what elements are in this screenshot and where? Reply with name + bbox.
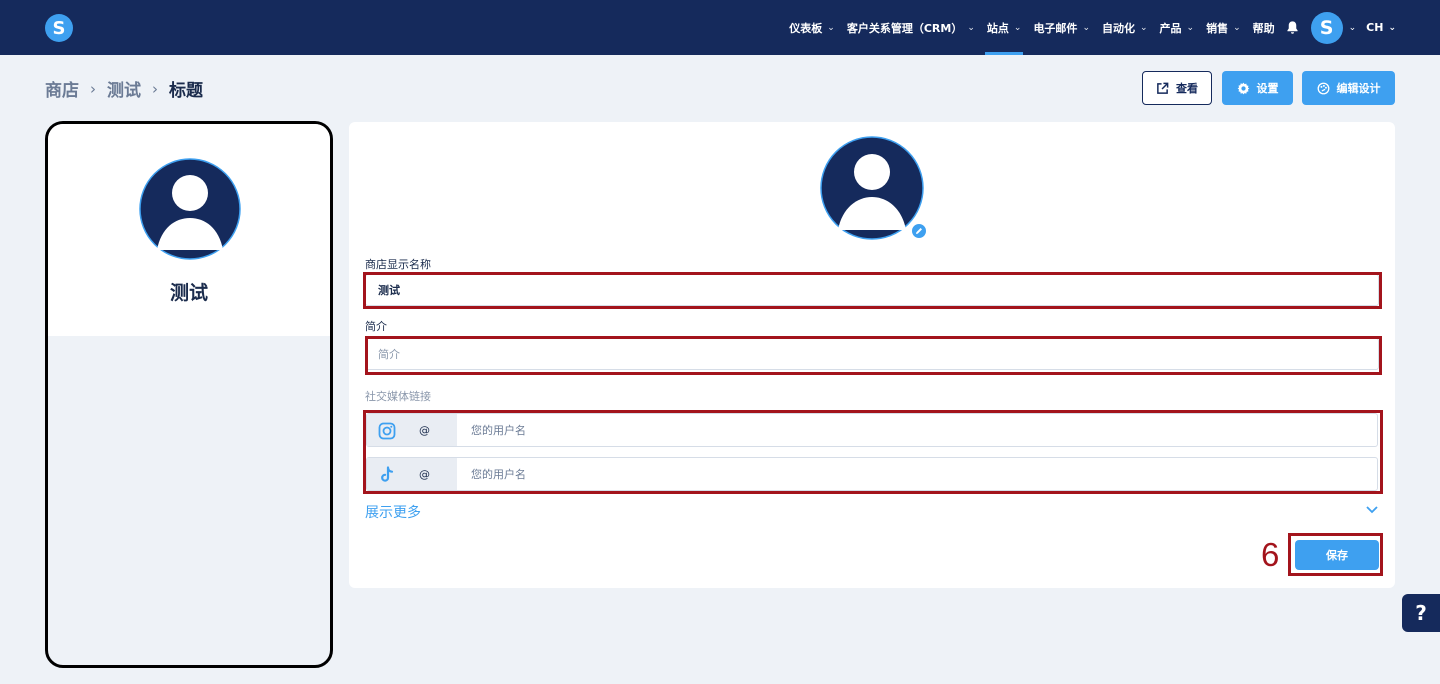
nav-item-dashboard[interactable]: 仪表板 ⌄ bbox=[783, 0, 841, 55]
breadcrumb-store[interactable]: 商店 bbox=[45, 76, 79, 101]
chevron-down-icon: ⌄ bbox=[967, 22, 975, 33]
show-more-link[interactable]: 展示更多 bbox=[365, 502, 421, 522]
nav-item-label: 产品 bbox=[1159, 21, 1182, 35]
display-name-input[interactable] bbox=[365, 274, 1379, 306]
avatar-icon[interactable] bbox=[820, 136, 924, 240]
external-link-icon bbox=[1157, 82, 1169, 94]
brand-logo[interactable]: S bbox=[45, 14, 73, 42]
nav-item-label: 站点 bbox=[986, 21, 1009, 35]
nav-item-label: 自动化 bbox=[1101, 21, 1135, 35]
nav-item-sales[interactable]: 销售 ⌄ bbox=[1200, 0, 1247, 55]
instagram-link-row: @ bbox=[366, 413, 1378, 447]
nav-item-label: 仪表板 bbox=[789, 21, 823, 35]
nav-item-sites[interactable]: 站点 ⌄ bbox=[981, 0, 1028, 55]
edit-design-button-label: 编辑设计 bbox=[1336, 82, 1381, 95]
preview-store-name: 测试 bbox=[169, 282, 208, 304]
language-label: CH bbox=[1366, 21, 1384, 34]
language-selector[interactable]: CH ⌄ bbox=[1366, 21, 1396, 34]
tiktok-username-input[interactable] bbox=[457, 458, 1377, 490]
nav-menu: 仪表板 ⌄ 客户关系管理（CRM） ⌄ 站点 ⌄ 电子邮件 ⌄ 自动化 ⌄ 产品… bbox=[783, 0, 1440, 55]
display-name-label: 商店显示名称 bbox=[365, 258, 431, 271]
store-preview: 测试 bbox=[45, 121, 333, 668]
settings-button[interactable]: 设置 bbox=[1222, 71, 1293, 105]
nav-item-products[interactable]: 产品 ⌄ bbox=[1154, 0, 1201, 55]
chevron-down-icon: ⌄ bbox=[1013, 22, 1022, 33]
nav-item-automation[interactable]: 自动化 ⌄ bbox=[1096, 0, 1154, 55]
help-button[interactable]: ? bbox=[1402, 594, 1440, 632]
nav-item-label: 销售 bbox=[1206, 21, 1229, 35]
nav-item-help[interactable]: 帮助 bbox=[1247, 0, 1281, 55]
chevron-right-icon: › bbox=[90, 79, 96, 98]
social-prefix: @ bbox=[367, 458, 457, 490]
store-profile-form: 商店显示名称 简介 社交媒体链接 @ @ 展示更多 6 保存 bbox=[349, 122, 1395, 588]
top-navbar: S 仪表板 ⌄ 客户关系管理（CRM） ⌄ 站点 ⌄ 电子邮件 ⌄ 自动化 ⌄ … bbox=[0, 0, 1440, 55]
breadcrumb-test[interactable]: 测试 bbox=[107, 76, 141, 101]
breadcrumb-current: 标题 bbox=[169, 81, 203, 101]
settings-button-label: 设置 bbox=[1256, 82, 1279, 95]
view-button[interactable]: 查看 bbox=[1142, 71, 1212, 105]
nav-item-crm[interactable]: 客户关系管理（CRM） ⌄ bbox=[841, 0, 981, 55]
chevron-right-icon: › bbox=[152, 79, 158, 98]
chevron-down-icon: ⌄ bbox=[1139, 22, 1148, 33]
social-links-label: 社交媒体链接 bbox=[365, 390, 431, 403]
bell-icon[interactable] bbox=[1281, 0, 1305, 55]
instagram-icon bbox=[378, 422, 396, 440]
nav-item-label: 客户关系管理（CRM） bbox=[846, 21, 963, 35]
chevron-down-icon: ⌄ bbox=[1186, 22, 1195, 33]
chevron-down-icon: ⌄ bbox=[827, 22, 835, 33]
chevron-down-icon[interactable] bbox=[1365, 502, 1379, 516]
preview-profile-card: 测试 bbox=[48, 124, 330, 336]
design-icon bbox=[1317, 82, 1329, 94]
pencil-icon bbox=[916, 228, 922, 234]
save-button[interactable]: 保存 bbox=[1295, 540, 1379, 570]
chevron-down-icon[interactable]: ⌄ bbox=[1349, 23, 1357, 33]
user-avatar[interactable]: S bbox=[1310, 11, 1343, 44]
edit-design-button[interactable]: 编辑设计 bbox=[1302, 71, 1395, 105]
step-number: 6 bbox=[1261, 536, 1280, 573]
avatar-icon bbox=[139, 158, 241, 260]
at-prefix: @ bbox=[419, 424, 430, 437]
instagram-username-input[interactable] bbox=[457, 414, 1377, 446]
chevron-down-icon: ⌄ bbox=[1233, 22, 1241, 33]
bio-input[interactable] bbox=[365, 338, 1379, 370]
chevron-down-icon: ⌄ bbox=[1388, 22, 1396, 33]
gear-icon bbox=[1237, 82, 1249, 94]
nav-item-label: 电子邮件 bbox=[1033, 21, 1078, 35]
social-prefix: @ bbox=[367, 414, 457, 446]
nav-item-label: 帮助 bbox=[1252, 21, 1275, 35]
breadcrumb: 商店 › 测试 › 标题 bbox=[45, 76, 203, 102]
nav-item-email[interactable]: 电子邮件 ⌄ bbox=[1027, 0, 1096, 55]
chevron-down-icon: ⌄ bbox=[1082, 22, 1090, 33]
bio-label: 简介 bbox=[365, 320, 387, 333]
tiktok-link-row: @ bbox=[366, 457, 1378, 491]
tiktok-icon bbox=[381, 466, 394, 482]
view-button-label: 查看 bbox=[1176, 82, 1198, 95]
at-prefix: @ bbox=[419, 468, 430, 481]
edit-avatar-button[interactable] bbox=[910, 222, 928, 240]
